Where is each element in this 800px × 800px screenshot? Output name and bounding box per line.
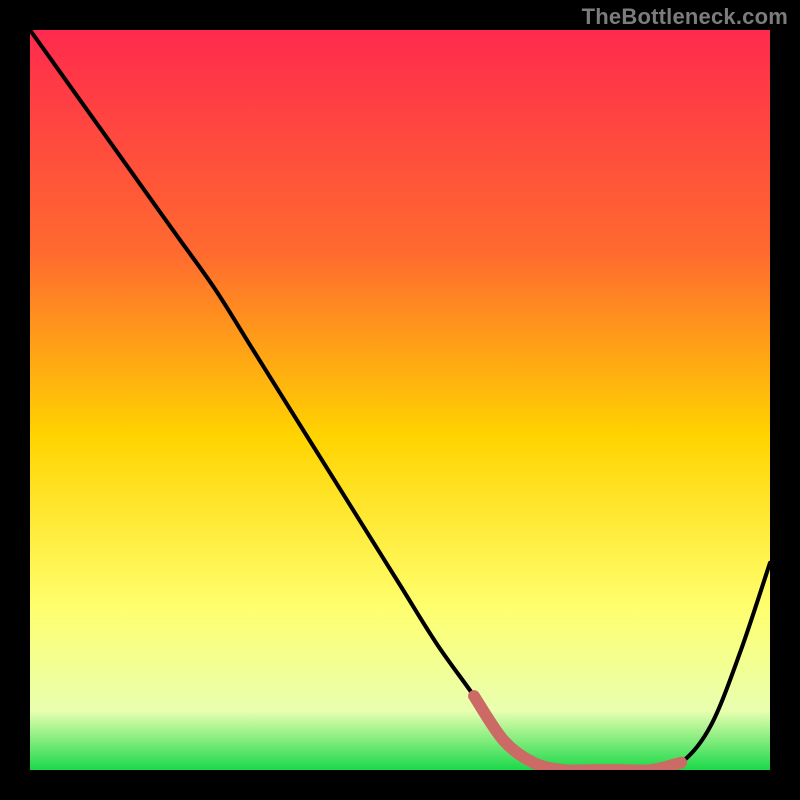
bottleneck-plot: [30, 30, 770, 770]
watermark-text: TheBottleneck.com: [582, 4, 788, 30]
chart-frame: TheBottleneck.com: [0, 0, 800, 800]
plot-background: [30, 30, 770, 770]
